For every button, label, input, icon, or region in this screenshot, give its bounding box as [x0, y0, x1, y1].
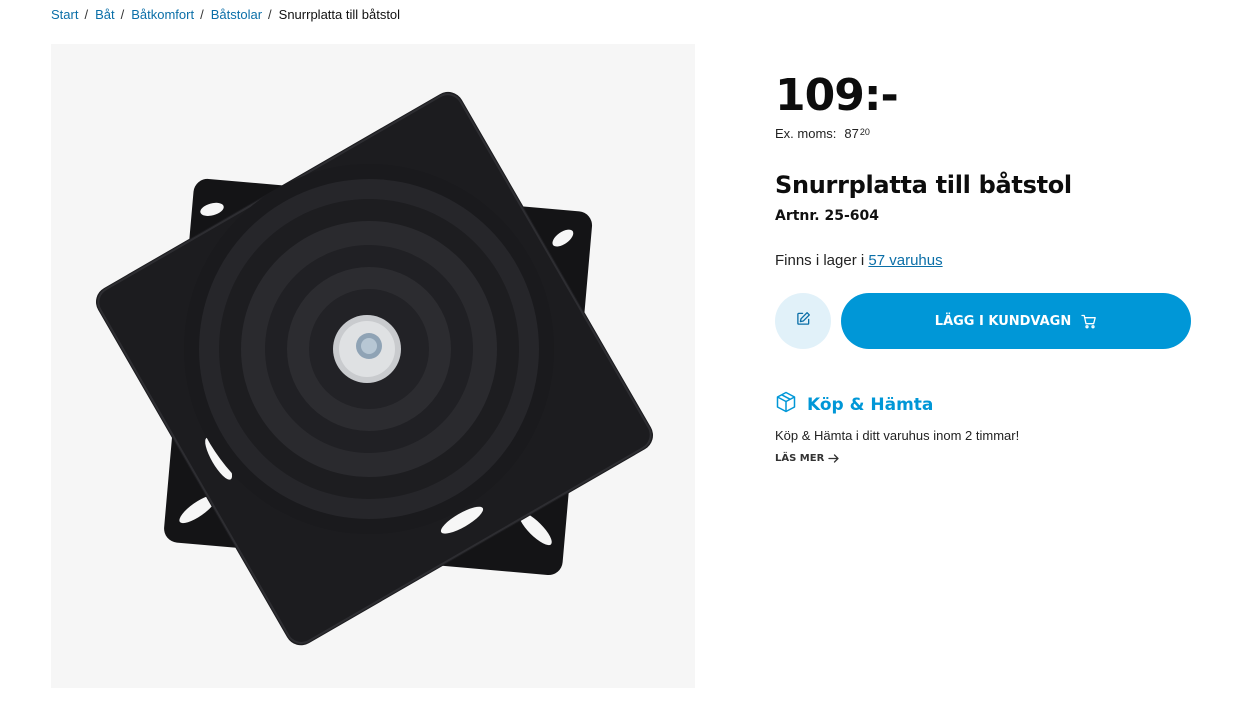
read-more-label: LÄS MER — [775, 453, 825, 464]
breadcrumb-item-start[interactable]: Start — [51, 7, 78, 22]
ex-vat-cents: 20 — [859, 127, 870, 137]
article-number: Artnr. 25-604 — [775, 208, 880, 224]
breadcrumb-separator: / — [120, 7, 125, 22]
click-and-collect-title: Köp & Hämta — [807, 394, 934, 415]
read-more-link[interactable]: LÄS MER — [775, 453, 1195, 464]
product-image[interactable] — [51, 44, 695, 688]
swivel-plate-image — [95, 91, 654, 646]
stock-prefix: Finns i lager i — [775, 252, 865, 269]
purchase-actions: LÄGG I KUNDVAGN — [775, 293, 1195, 349]
breadcrumb-current: Snurrplatta till båtstol — [278, 7, 401, 22]
price-ex-vat: Ex. moms: 87 20 — [775, 126, 1195, 141]
box-icon — [775, 391, 797, 418]
arrow-right-icon — [828, 454, 839, 463]
breadcrumb-item-batkomfort[interactable]: Båtkomfort — [131, 7, 194, 22]
ex-vat-value: 87 — [844, 126, 859, 141]
note-button[interactable] — [775, 293, 831, 349]
add-to-cart-button[interactable]: LÄGG I KUNDVAGN — [841, 293, 1191, 349]
price: 109:- — [775, 70, 899, 121]
stock-status: Finns i lager i 57 varuhus — [775, 252, 1195, 269]
click-and-collect-header: Köp & Hämta — [775, 391, 1195, 418]
click-and-collect-description: Köp & Hämta i ditt varuhus inom 2 timmar… — [775, 428, 1020, 443]
breadcrumb-separator: / — [84, 7, 89, 22]
ex-vat-label: Ex. moms: — [775, 126, 837, 141]
breadcrumb-item-batstolar[interactable]: Båtstolar — [211, 7, 262, 22]
breadcrumb: Start / Båt / Båtkomfort / Båtstolar / S… — [51, 7, 400, 22]
breadcrumb-separator: / — [268, 7, 272, 22]
breadcrumb-item-bat[interactable]: Båt — [95, 7, 115, 22]
edit-icon — [796, 311, 811, 331]
add-to-cart-label: LÄGG I KUNDVAGN — [934, 313, 1072, 329]
product-info: 109:- Ex. moms: 87 20 Snurrplatta till bå… — [775, 70, 1195, 464]
cart-icon — [1081, 314, 1097, 329]
stores-link[interactable]: 57 varuhus — [868, 252, 942, 269]
breadcrumb-separator: / — [200, 7, 204, 22]
product-title: Snurrplatta till båtstol — [775, 171, 1072, 199]
